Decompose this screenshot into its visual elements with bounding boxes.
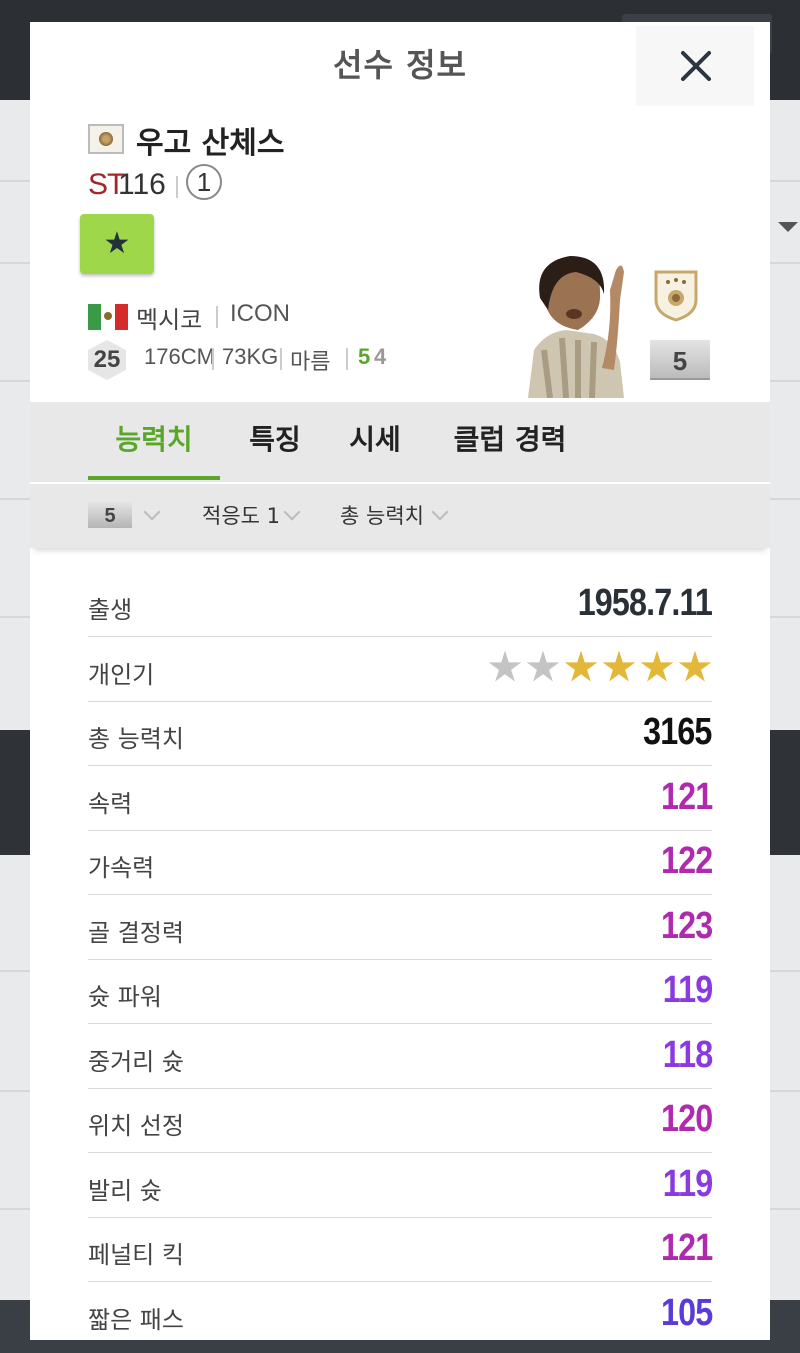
stat-label: 속력 [88,789,133,818]
stat-row: 중거리 슛 118 [88,1026,713,1089]
player-rank-badge: 1 [186,164,222,200]
star-icon [564,650,598,682]
stat-value: 121 [660,775,713,818]
player-build: 마름 [290,349,331,374]
left-foot-value: 5 [358,344,371,369]
favorite-button[interactable]: ★ [80,214,154,274]
stat-value: 121 [660,1227,713,1269]
icon-emblem-icon [654,270,698,322]
sort-select[interactable]: 총 능력치 [340,500,424,530]
player-portrait [528,256,624,398]
star-icon [640,650,674,682]
stat-label: 페널티 킥 [88,1241,184,1269]
divider [346,348,348,370]
chevron-down-icon [143,503,161,521]
total-value: 3165 [643,711,713,753]
stat-row: 짧은 패스 105 [88,1284,713,1341]
stat-value: 123 [660,904,713,947]
stat-value: 119 [662,1162,712,1205]
filter-bar: 5 적응도 1 총 능력치 [30,484,770,548]
star-icon [678,650,712,682]
adaptation-select[interactable]: 적응도 1 [202,500,280,530]
player-name: 우고 산체스 [136,126,285,161]
stat-label: 골 결정력 [88,918,184,947]
birth-label: 출생 [88,596,133,624]
player-weight: 73KG [222,344,279,369]
skill-moves-label: 개인기 [88,660,155,689]
stat-value: 122 [660,840,713,882]
stat-row: 가속력 122 [88,832,713,895]
star-icon [488,650,522,682]
divider [216,306,218,328]
grade-select[interactable]: 5 [88,502,132,528]
season-icon [88,124,124,154]
skill-moves-stars [488,650,712,685]
stat-row: 페널티 킥 121 [88,1219,713,1282]
age-badge: 25 [88,340,126,380]
stat-label: 가속력 [88,854,155,882]
chevron-down-icon [431,503,449,521]
stat-row: 슛 파워 119 [88,961,713,1024]
divider [176,176,178,198]
total-row: 총 능력치 3165 [88,703,713,766]
close-icon [681,51,711,81]
player-height: 176CM [144,344,215,369]
stat-row: 골 결정력 123 [88,897,713,960]
stat-value: 120 [660,1098,713,1140]
active-tab-indicator [88,476,220,480]
birth-value: 1958.7.11 [577,582,713,624]
tab-price[interactable]: 시세 [330,402,420,482]
stat-value: 118 [662,1033,712,1076]
stat-label: 발리 슛 [88,1176,162,1205]
tab-stats[interactable]: 능력치 [88,402,220,482]
stat-label: 슛 파워 [88,983,162,1011]
right-foot-value: 4 [374,344,387,369]
player-nation: 멕시코 [136,306,203,334]
tab-bar: 능력치 특징 시세 클럽 경력 [30,402,770,482]
star-icon: ★ [103,226,131,261]
player-age: 25 [93,346,121,373]
stat-row: 속력 121 [88,768,713,831]
stat-label: 위치 선정 [88,1112,184,1140]
skill-moves-row: 개인기 [88,639,712,702]
player-season: ICON [230,300,290,327]
player-overall: 116 [118,168,166,201]
stat-value: 119 [662,969,712,1011]
close-button[interactable] [636,26,754,106]
star-icon [526,650,560,682]
background-caret-icon [778,222,798,232]
stat-row: 발리 슛 119 [88,1155,713,1218]
star-icon [602,650,636,682]
stats-list: 출생 1958.7.11 개인기 총 능력치 3165 속력 121 가속력 122 골… [88,574,713,1341]
stat-value: 105 [660,1291,713,1334]
tab-club-career[interactable]: 클럽 경력 [440,402,580,482]
divider [280,348,282,370]
total-label: 총 능력치 [88,725,184,753]
stat-row: 위치 선정 120 [88,1090,713,1153]
stat-label: 짧은 패스 [88,1305,184,1334]
chevron-down-icon [283,503,301,521]
enhancement-grade-badge: 5 [650,340,710,380]
birth-row: 출생 1958.7.11 [88,574,713,637]
mexico-flag-icon [88,304,128,330]
player-info-modal: 선수 정보 우고 산체스 ST 116 1 ★ 멕시코 ICON 25 176C… [30,22,770,1340]
divider [212,348,214,370]
stat-label: 중거리 슛 [88,1047,184,1076]
tab-traits[interactable]: 특징 [230,402,320,482]
